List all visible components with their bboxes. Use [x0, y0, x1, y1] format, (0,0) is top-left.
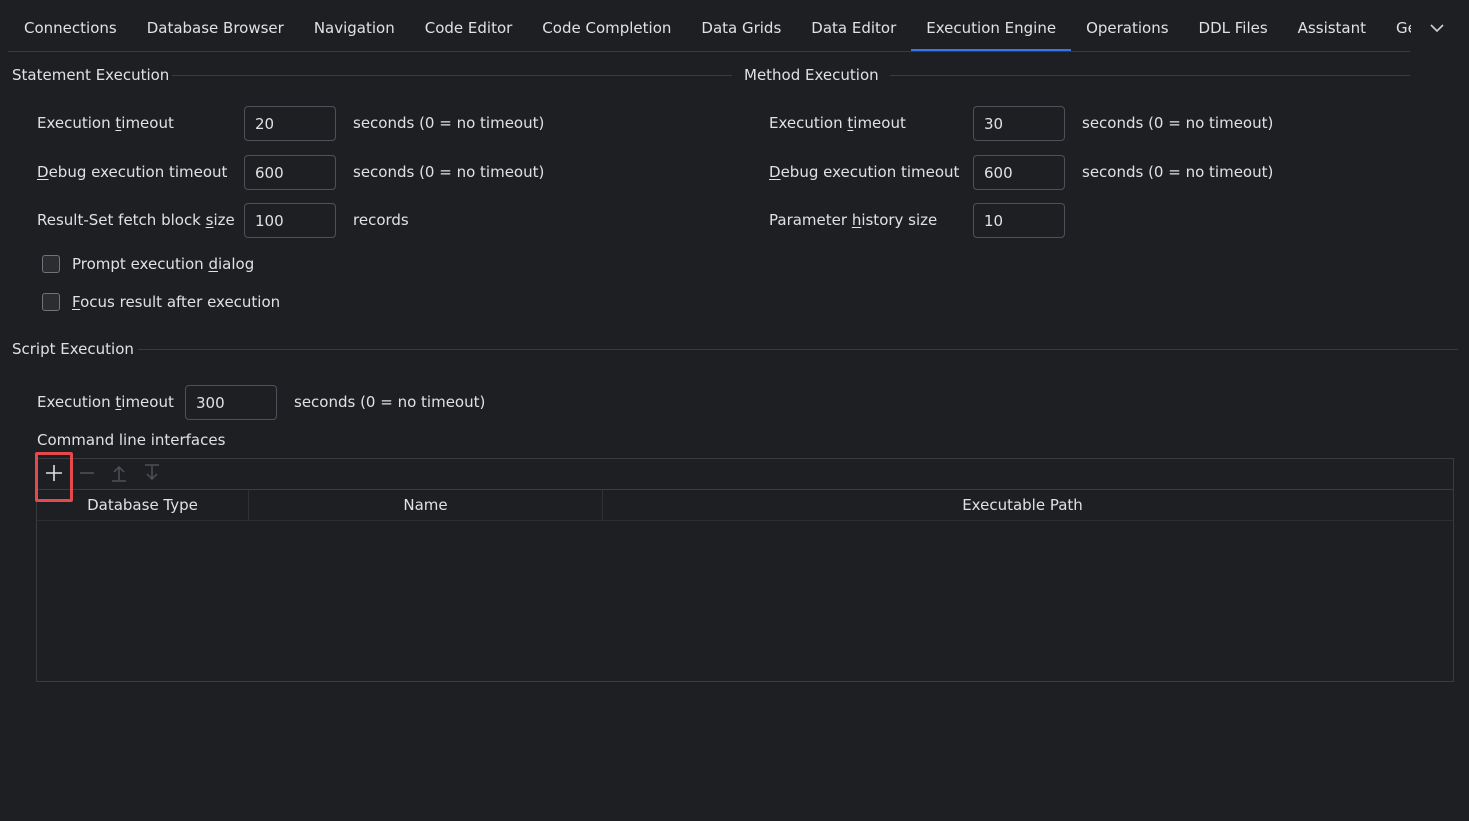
fetch-block-size-label: Result-Set fetch block size: [37, 211, 235, 229]
method-execution-timeout-input[interactable]: [973, 106, 1065, 141]
statement-execution-timeout-label: Execution timeout: [37, 114, 174, 132]
method-debug-timeout-unit: seconds (0 = no timeout): [1082, 163, 1274, 181]
tab-bar-divider: [8, 51, 1410, 52]
method-execution-timeout-label: Execution timeout: [769, 114, 906, 132]
statement-execution-divider: [172, 75, 732, 76]
focus-result-label: Focus result after execution: [72, 293, 281, 311]
tab-data-editor[interactable]: Data Editor: [796, 0, 911, 52]
statement-debug-timeout-input[interactable]: [244, 155, 336, 190]
tab-operations[interactable]: Operations: [1071, 0, 1183, 52]
chevron-down-icon[interactable]: [1423, 14, 1451, 42]
statement-execution-timeout-input[interactable]: [244, 106, 336, 141]
method-debug-timeout-label: Debug execution timeout: [769, 163, 960, 181]
arrow-up-icon[interactable]: [106, 460, 132, 486]
script-execution-timeout-unit: seconds (0 = no timeout): [294, 393, 486, 411]
prompt-execution-dialog-label: Prompt execution dialog: [72, 255, 255, 273]
tab-code-completion[interactable]: Code Completion: [527, 0, 686, 52]
statement-execution-title: Statement Execution: [12, 66, 170, 84]
script-execution-timeout-input[interactable]: [185, 385, 277, 420]
arrow-down-icon[interactable]: [139, 460, 165, 486]
method-execution-divider: [890, 75, 1410, 76]
statement-debug-timeout-unit: seconds (0 = no timeout): [353, 163, 545, 181]
table-header-divider: [37, 520, 1453, 521]
focus-result-checkbox[interactable]: [42, 293, 60, 311]
statement-execution-timeout-unit: seconds (0 = no timeout): [353, 114, 545, 132]
tab-connections[interactable]: Connections: [9, 0, 132, 52]
tab-database-browser[interactable]: Database Browser: [132, 0, 299, 52]
column-header-executable-path[interactable]: Executable Path: [603, 490, 1442, 521]
method-debug-timeout-input[interactable]: [973, 155, 1065, 190]
execution-engine-settings-page: Connections Database Browser Navigation Cod…: [0, 0, 1469, 821]
command-line-interfaces-label: Command line interfaces: [37, 431, 226, 449]
fetch-block-size-input[interactable]: [244, 203, 336, 238]
tab-code-editor[interactable]: Code Editor: [410, 0, 528, 52]
column-header-name[interactable]: Name: [249, 490, 602, 521]
prompt-execution-dialog-checkbox[interactable]: [42, 255, 60, 273]
method-execution-title: Method Execution: [744, 66, 879, 84]
tab-general[interactable]: General: [1381, 0, 1411, 52]
settings-tab-bar: Connections Database Browser Navigation Cod…: [0, 0, 1469, 52]
script-execution-timeout-label: Execution timeout: [37, 393, 174, 411]
tab-execution-engine[interactable]: Execution Engine: [911, 0, 1071, 52]
tab-ddl-files[interactable]: DDL Files: [1184, 0, 1283, 52]
statement-debug-timeout-label: Debug execution timeout: [37, 163, 228, 181]
method-execution-timeout-unit: seconds (0 = no timeout): [1082, 114, 1274, 132]
tab-assistant[interactable]: Assistant: [1283, 0, 1381, 52]
script-execution-divider: [138, 349, 1458, 350]
tab-strip: Connections Database Browser Navigation Cod…: [9, 0, 1411, 52]
minus-icon[interactable]: [74, 460, 100, 486]
tab-navigation[interactable]: Navigation: [299, 0, 410, 52]
column-header-database-type[interactable]: Database Type: [37, 490, 248, 521]
script-execution-title: Script Execution: [12, 340, 134, 358]
parameter-history-size-label: Parameter history size: [769, 211, 938, 229]
fetch-block-size-unit: records: [353, 211, 409, 229]
tab-data-grids[interactable]: Data Grids: [686, 0, 796, 52]
parameter-history-size-input[interactable]: [973, 203, 1065, 238]
